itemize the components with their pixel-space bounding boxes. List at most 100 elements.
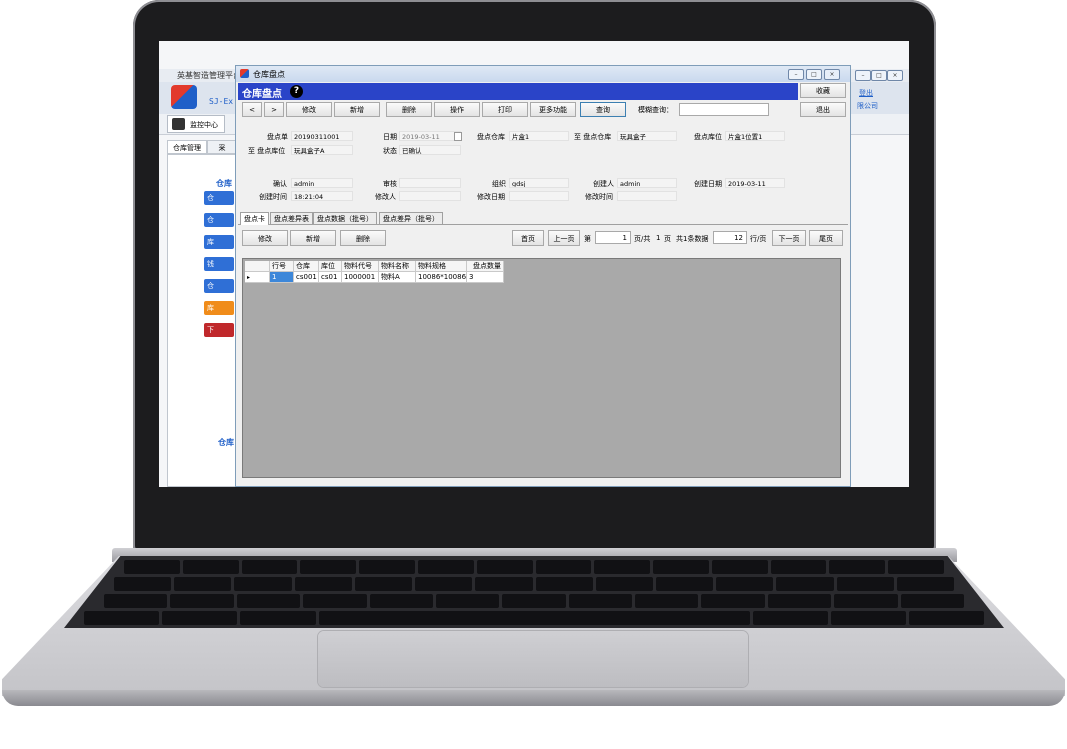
column-header[interactable]: 库位 [319, 261, 342, 272]
window-minimize-icon[interactable]: – [788, 69, 804, 80]
row-selector-icon[interactable]: ▸ [245, 272, 270, 283]
create-time-field[interactable]: 18:21:04 [291, 191, 353, 201]
side-button-4[interactable]: 钱 [204, 257, 234, 271]
column-header[interactable]: 物料代号 [342, 261, 379, 272]
keyboard [64, 556, 1004, 628]
rows-per-page-suffix: 行/页 [750, 235, 767, 243]
edit-button[interactable]: 修改 [286, 102, 332, 117]
creator-field[interactable]: admin [617, 178, 677, 188]
key [113, 577, 172, 591]
to-count-warehouse-field[interactable]: 玩具盒子 [617, 131, 677, 141]
column-header[interactable]: 物料规格 [416, 261, 467, 272]
detail-delete-button[interactable]: 删除 [340, 230, 386, 246]
column-header[interactable]: 物料名称 [379, 261, 416, 272]
column-header[interactable]: 行号 [270, 261, 294, 272]
detail-add-button[interactable]: 新增 [290, 230, 336, 246]
favorite-button[interactable]: 收藏 [800, 83, 846, 98]
tab-count-diff[interactable]: 盘点差异表 [270, 212, 313, 224]
key [888, 560, 944, 574]
prev-record-button[interactable]: < [242, 102, 262, 117]
window-close-icon[interactable]: × [824, 69, 840, 80]
logout-link[interactable]: 登出 [859, 88, 873, 98]
add-button[interactable]: 新增 [334, 102, 380, 117]
key [752, 611, 828, 625]
table-cell[interactable]: 3 [467, 272, 504, 283]
key [103, 594, 168, 608]
to-count-location-field[interactable]: 玩具盒子A [291, 145, 353, 155]
warehouse-manage-tab[interactable]: 仓库管理 [167, 140, 207, 154]
create-date-field[interactable]: 2019-03-11 [725, 178, 785, 188]
key [829, 560, 886, 574]
table-cell[interactable]: 物料A [379, 272, 416, 283]
creator-label: 创建人 [593, 180, 614, 188]
to-count-warehouse-label: 至 盘点仓库 [574, 133, 612, 141]
close-icon[interactable]: × [887, 70, 903, 81]
rows-per-page-input[interactable] [713, 231, 747, 244]
key [594, 560, 651, 574]
query-button[interactable]: 查询 [580, 102, 626, 117]
monitor-center-tab[interactable]: 监控中心 [167, 115, 225, 133]
key [240, 611, 316, 625]
key [653, 560, 709, 574]
more-functions-button[interactable]: 更多功能 [530, 102, 576, 117]
key [635, 594, 699, 608]
prev-page-button[interactable]: 上一页 [548, 230, 580, 246]
key [535, 560, 592, 574]
window-maximize-icon[interactable]: □ [806, 69, 822, 80]
date-field[interactable]: 2019-03-11 [399, 131, 461, 141]
key [568, 594, 633, 608]
fuzzy-search-label: 模糊查询： [638, 106, 673, 114]
count-warehouse-label: 盘点仓库 [477, 133, 505, 141]
maximize-icon[interactable]: □ [871, 70, 887, 81]
question-icon[interactable]: ? [290, 85, 303, 98]
modify-date-field[interactable] [509, 191, 569, 201]
count-no-field[interactable]: 20190311001 [291, 131, 353, 141]
table-cell[interactable]: 1 [270, 272, 294, 283]
side-button-2[interactable]: 仓 [204, 213, 234, 227]
page-number-input[interactable] [595, 231, 631, 244]
total-pages: 1 [656, 234, 661, 242]
key [908, 611, 985, 625]
modify-time-field[interactable] [617, 191, 677, 201]
last-page-button[interactable]: 尾页 [809, 230, 843, 246]
confirm-field[interactable]: admin [291, 178, 353, 188]
tab-count-card[interactable]: 盘点卡 [240, 212, 269, 225]
minimize-icon[interactable]: – [855, 70, 871, 81]
table-cell[interactable]: cs001 [294, 272, 319, 283]
column-header[interactable]: 盘点数量 [467, 261, 504, 272]
detail-edit-button[interactable]: 修改 [242, 230, 288, 246]
print-button[interactable]: 打印 [482, 102, 528, 117]
status-field[interactable]: 已确认 [399, 145, 461, 155]
total-records: 共1条数据 [676, 235, 709, 243]
fuzzy-search-input[interactable] [679, 103, 769, 116]
side-button-5[interactable]: 仓 [204, 279, 234, 293]
modify-date-label: 修改日期 [477, 193, 505, 201]
count-location-field[interactable]: 片盒1位置1 [725, 131, 785, 141]
tab-count-data-batch[interactable]: 盘点数据（批号） [313, 212, 377, 224]
next-record-button[interactable]: > [264, 102, 284, 117]
table-cell[interactable]: 1000001 [342, 272, 379, 283]
row-header-corner [245, 261, 270, 272]
calendar-icon[interactable] [454, 132, 462, 141]
operate-button[interactable]: 操作 [434, 102, 480, 117]
exit-button[interactable]: 退出 [800, 102, 846, 117]
organization-field[interactable]: gdsj [509, 178, 569, 188]
purchase-tab[interactable]: 采 [207, 140, 237, 154]
count-warehouse-field[interactable]: 片盒1 [509, 131, 569, 141]
first-page-button[interactable]: 首页 [512, 230, 544, 246]
table-cell[interactable]: 10086*10086 [416, 272, 467, 283]
tab-count-diff-batch[interactable]: 盘点差异（批号） [379, 212, 443, 224]
side-button-6[interactable]: 库 [204, 301, 234, 315]
delete-button[interactable]: 删除 [386, 102, 432, 117]
next-page-button[interactable]: 下一页 [772, 230, 806, 246]
detail-grid: 行号 仓库 库位 物料代号 物料名称 物料规格 盘点数量 ▸ 1 cs001 c… [242, 258, 841, 478]
side-button-3[interactable]: 库 [204, 235, 234, 249]
side-button-7[interactable]: 下 [204, 323, 234, 337]
count-no-label: 盘点单 [267, 133, 288, 141]
side-button-1[interactable]: 仓 [204, 191, 234, 205]
column-header[interactable]: 仓库 [294, 261, 319, 272]
audit-field[interactable] [399, 178, 461, 188]
modifier-field[interactable] [399, 191, 461, 201]
key [241, 560, 298, 574]
table-cell[interactable]: cs01 [319, 272, 342, 283]
